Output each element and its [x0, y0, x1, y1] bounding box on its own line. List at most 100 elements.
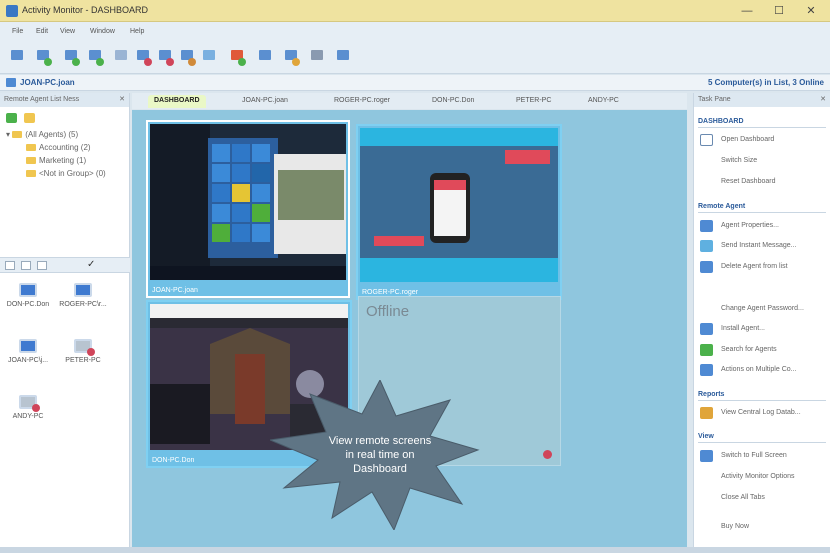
agent-item[interactable]: JOAN-PC\j... [3, 339, 53, 364]
section-dashboard: DASHBOARD [698, 118, 826, 128]
status-strip: JOAN-PC.joan 5 Computer(s) in List, 3 On… [0, 75, 830, 91]
remote-screen [150, 124, 346, 280]
agent-item[interactable]: PETER-PC [58, 339, 108, 364]
refresh-icon[interactable] [6, 113, 17, 123]
delete-agent-icon [700, 261, 713, 273]
maximize-button[interactable]: ☐ [768, 3, 790, 19]
monitor-icon [74, 283, 92, 297]
report-icon [700, 407, 713, 419]
close-pane-icon[interactable]: ✕ [820, 95, 826, 103]
menu-window[interactable]: Window [90, 28, 115, 35]
computer-count: 5 Computer(s) in List, 3 Online [707, 78, 824, 87]
tree-group[interactable]: Accounting (2) [26, 143, 91, 152]
agent-add-icon[interactable] [62, 48, 82, 68]
action-buy-now[interactable]: Buy Now [700, 520, 825, 534]
tab-andy[interactable]: ANDY-PC [582, 95, 625, 108]
large-icons-icon[interactable] [5, 261, 15, 270]
tab-dashboard[interactable]: DASHBOARD [148, 95, 206, 108]
search-agent-icon [700, 344, 713, 356]
task-pane-title: Task Pane [698, 96, 731, 103]
callout-line-1: View remote screens [329, 435, 432, 447]
small-icons-icon[interactable] [21, 261, 31, 270]
monitor-offline-icon [19, 395, 40, 412]
close-pane-icon[interactable]: ✕ [119, 95, 125, 103]
agent-item[interactable]: ANDY-PC [3, 395, 53, 420]
screen-thumbnail[interactable]: ROGER-PC.roger [356, 124, 562, 300]
tree-group[interactable]: <Not in Group> (0) [26, 169, 106, 178]
check-icon[interactable]: ✓ [87, 259, 95, 270]
list-icon[interactable] [37, 261, 47, 270]
menu-help[interactable]: Help [130, 28, 144, 35]
section-remote-agent: Remote Agent [698, 203, 826, 213]
menu-file[interactable]: File [12, 28, 23, 35]
reports-icon[interactable] [228, 48, 248, 68]
agent-list-title: Remote Agent List Ness [4, 96, 80, 103]
tree-group[interactable]: Marketing (1) [26, 156, 86, 165]
action-search-agents[interactable]: Search for Agents [700, 343, 825, 357]
screen-capture-icon[interactable] [178, 48, 198, 68]
action-close-tabs[interactable]: Close All Tabs [700, 491, 825, 505]
menu-bar: File Edit View Window Help [0, 22, 830, 42]
selected-computer: JOAN-PC.joan [20, 78, 75, 87]
agent-item[interactable]: ROGER-PC\r... [58, 283, 108, 308]
close-button[interactable]: ✕ [800, 3, 822, 19]
action-send-message[interactable]: Send Instant Message... [700, 239, 825, 253]
monitor-icon [19, 339, 37, 353]
minimize-button[interactable]: — [736, 3, 758, 19]
remote-screen [360, 128, 558, 282]
tree-root[interactable]: ▾ (All Agents) (5) [6, 130, 78, 139]
computer-icon [6, 78, 16, 87]
new-group-icon[interactable] [24, 113, 35, 123]
action-switch-size[interactable]: Switch Size [700, 154, 825, 168]
full-screen-icon [700, 450, 713, 462]
search-agent-icon[interactable] [282, 48, 302, 68]
monitor-icon[interactable] [256, 48, 276, 68]
action-change-password[interactable]: Change Agent Password... [700, 302, 825, 316]
action-agent-properties[interactable]: Agent Properties... [700, 219, 825, 233]
callout-line-2: in real time on [345, 449, 414, 461]
window-title: Activity Monitor - DASHBOARD [22, 5, 149, 15]
task-pane: Task Pane ✕ DASHBOARD Open Dashboard Swi… [693, 93, 830, 547]
agent-stop-icon[interactable] [156, 48, 176, 68]
settings-icon[interactable] [308, 48, 328, 68]
agent-group-icon[interactable] [86, 48, 106, 68]
tab-peter[interactable]: PETER-PC [510, 95, 557, 108]
action-reset-dashboard[interactable]: Reset Dashboard [700, 175, 825, 189]
folder-icon [12, 131, 23, 139]
status-bar [0, 547, 830, 553]
agent-icon [700, 220, 713, 232]
action-options[interactable]: Activity Monitor Options [700, 470, 825, 484]
folder-icon [26, 144, 36, 152]
message-icon [700, 240, 713, 252]
monitor-icon [19, 283, 37, 297]
headphones-icon[interactable] [112, 48, 132, 68]
screen-thumbnail[interactable]: JOAN-PC.joan [146, 120, 350, 298]
dashboard-icon[interactable] [334, 48, 354, 68]
tab-joan[interactable]: JOAN-PC.joan [236, 95, 294, 108]
thumbnail-caption: JOAN-PC.joan [152, 287, 198, 294]
agent-list-pane: Remote Agent List Ness ✕ ▾ (All Agents) … [0, 93, 130, 547]
dashboard-icon [700, 134, 713, 146]
action-install-agent[interactable]: Install Agent... [700, 322, 825, 336]
action-view-log[interactable]: View Central Log Datab... [700, 406, 825, 420]
action-delete-agent[interactable]: Delete Agent from list [700, 260, 825, 274]
tab-roger[interactable]: ROGER-PC.roger [328, 95, 396, 108]
menu-edit[interactable]: Edit [36, 28, 48, 35]
chat-icon[interactable] [200, 48, 220, 68]
action-open-dashboard[interactable]: Open Dashboard [700, 133, 825, 147]
thumbnail-caption: DON-PC.Don [152, 457, 195, 464]
monitor-offline-icon [74, 339, 95, 356]
menu-view[interactable]: View [60, 28, 75, 35]
section-view: View [698, 433, 826, 443]
tab-don[interactable]: DON-PC.Don [426, 95, 480, 108]
callout-burst: View remote screens in real time on Dash… [270, 380, 480, 530]
agent-online-icon[interactable] [34, 48, 54, 68]
view-toolbar: ✓ [0, 257, 130, 273]
network-icon[interactable] [8, 48, 28, 68]
action-full-screen[interactable]: Switch to Full Screen [700, 449, 825, 463]
action-multiple-computers[interactable]: Actions on Multiple Co... [700, 363, 825, 377]
tab-bar: DASHBOARD JOAN-PC.joan ROGER-PC.roger DO… [132, 93, 687, 109]
title-bar: Activity Monitor - DASHBOARD — ☐ ✕ [0, 0, 830, 22]
agent-delete-icon[interactable] [134, 48, 154, 68]
agent-item[interactable]: DON-PC.Don [3, 283, 53, 308]
